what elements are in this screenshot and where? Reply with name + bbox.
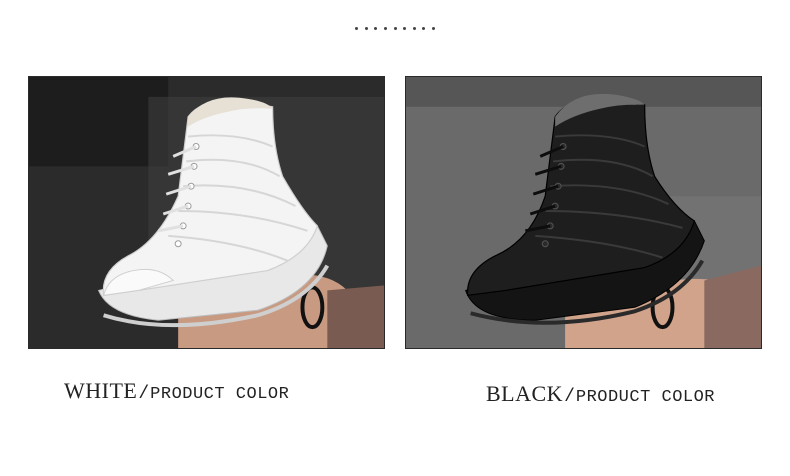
white-color-name: WHITE — [64, 378, 138, 403]
white-snow-boot-icon — [29, 77, 384, 348]
caption-suffix: PRODUCT COLOR — [575, 388, 715, 407]
decorative-dots — [355, 25, 435, 31]
black-color-name: BLACK — [486, 381, 564, 406]
caption-suffix: PRODUCT COLOR — [150, 385, 290, 404]
black-color-caption: BLACK/PRODUCT COLOR — [486, 381, 715, 407]
black-boot-photo — [405, 76, 762, 349]
black-snow-boot-icon — [406, 77, 761, 348]
caption-slash: / — [138, 384, 150, 404]
white-color-caption: WHITE/PRODUCT COLOR — [64, 378, 289, 404]
caption-slash: / — [564, 387, 575, 407]
white-boot-photo — [28, 76, 385, 349]
